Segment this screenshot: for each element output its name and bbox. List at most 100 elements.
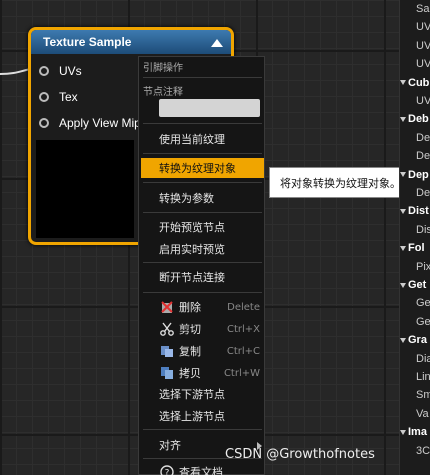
palette-item[interactable]: Va xyxy=(416,408,430,426)
expand-arrow-icon[interactable] xyxy=(400,208,406,214)
collapse-arrow-icon[interactable] xyxy=(211,39,223,47)
pin-apply-view-mip[interactable]: Apply View Mip xyxy=(39,113,141,133)
pin-icon[interactable] xyxy=(39,92,49,102)
menu-item-label: 删除 xyxy=(179,301,201,314)
palette-item[interactable]: Ge xyxy=(416,297,430,315)
menu-item-label: 拷贝 xyxy=(179,367,201,380)
palette-item[interactable]: De xyxy=(416,150,430,168)
palette-item[interactable]: UV xyxy=(416,40,430,58)
palette-item[interactable]: Pix xyxy=(416,261,430,279)
menu-item-convert-to-texture-object[interactable]: 转换为纹理对象 xyxy=(141,158,264,178)
menu-separator xyxy=(143,153,262,154)
tooltip-text: 将对象转换为纹理对象。 xyxy=(280,176,401,190)
menu-item-label: 启用实时预览 xyxy=(159,243,225,256)
menu-item-select-downstream[interactable]: 选择下游节点 xyxy=(141,384,264,404)
palette-label: Dia xyxy=(416,352,430,365)
palette-panel: Sa UV UV UV Cub UV Deb De De Dep De Dist Dis Fol Pix Ge… xyxy=(399,0,430,475)
tooltip: 将对象转换为纹理对象。 xyxy=(269,167,416,198)
shortcut-label: Ctrl+C xyxy=(226,345,260,357)
expand-arrow-icon[interactable] xyxy=(400,337,406,343)
palette-category[interactable]: Ima xyxy=(400,426,430,444)
palette-item[interactable]: UV xyxy=(416,21,430,39)
palette-label: Dep xyxy=(408,168,429,181)
menu-item-convert-to-parameter[interactable]: 转换为参数 xyxy=(141,188,264,208)
menu-separator xyxy=(143,292,262,293)
palette-label: Dist xyxy=(408,205,429,218)
palette-category[interactable]: Dep xyxy=(400,169,430,187)
palette-category[interactable]: Deb xyxy=(400,113,430,131)
menu-item-enable-realtime-preview[interactable]: 启用实时预览 xyxy=(141,239,264,259)
palette-category[interactable]: Fol xyxy=(400,242,430,260)
help-icon: ? xyxy=(159,464,175,475)
expand-arrow-icon[interactable] xyxy=(400,116,406,122)
palette-label: Fol xyxy=(408,242,425,255)
palette-item[interactable]: 3C xyxy=(416,445,430,463)
palette-label: De xyxy=(416,150,430,163)
menu-separator xyxy=(143,77,262,78)
palette-label: Dis xyxy=(416,223,430,236)
menu-item-label: 转换为纹理对象 xyxy=(159,162,236,175)
duplicate-icon xyxy=(159,365,175,381)
palette-label: UV xyxy=(416,58,430,71)
palette-label: Sm xyxy=(416,389,430,402)
menu-item-label: 使用当前纹理 xyxy=(159,133,225,146)
expand-arrow-icon[interactable] xyxy=(400,172,406,178)
menu-item-use-current-texture[interactable]: 使用当前纹理 xyxy=(141,129,264,149)
palette-label: Ge xyxy=(416,297,430,310)
node-comment-input[interactable] xyxy=(159,99,260,117)
pin-tex[interactable]: Tex xyxy=(39,87,78,107)
expand-arrow-icon[interactable] xyxy=(400,245,406,251)
node-title: Texture Sample xyxy=(43,35,132,49)
palette-category[interactable]: Get xyxy=(400,279,430,297)
palette-item[interactable]: Ge xyxy=(416,316,430,334)
menu-item-start-preview-node[interactable]: 开始预览节点 xyxy=(141,217,264,237)
palette-item[interactable]: Lin xyxy=(416,371,430,389)
texture-preview xyxy=(36,140,134,238)
shortcut-label: Ctrl+W xyxy=(223,367,260,379)
menu-item-delete[interactable]: 删除 Delete xyxy=(141,297,264,317)
palette-item[interactable]: De xyxy=(416,132,430,150)
menu-item-select-upstream[interactable]: 选择上游节点 xyxy=(141,406,264,426)
menu-item-copy[interactable]: 复制 Ctrl+C xyxy=(141,341,264,361)
palette-label: De xyxy=(416,131,430,144)
palette-item[interactable]: Sm xyxy=(416,389,430,407)
menu-item-duplicate[interactable]: 拷贝 Ctrl+W xyxy=(141,363,264,383)
palette-label: Deb xyxy=(408,113,429,126)
expand-arrow-icon[interactable] xyxy=(400,429,406,435)
palette-category[interactable]: Gra xyxy=(400,334,430,352)
menu-item-cut[interactable]: 剪切 Ctrl+X xyxy=(141,319,264,339)
pin-icon[interactable] xyxy=(39,66,49,76)
menu-item-break-node-links[interactable]: 断开节点连接 xyxy=(141,267,264,287)
pin-icon[interactable] xyxy=(39,118,49,128)
node-header[interactable]: Texture Sample xyxy=(31,30,231,54)
expand-arrow-icon[interactable] xyxy=(400,80,406,86)
pin-uvs[interactable]: UVs xyxy=(39,61,82,81)
pin-label: Apply View Mip xyxy=(59,116,141,130)
palette-category[interactable]: Dist xyxy=(400,205,430,223)
palette-item[interactable]: De xyxy=(416,187,430,205)
expand-arrow-icon[interactable] xyxy=(400,282,406,288)
palette-item[interactable]: UV xyxy=(416,95,430,113)
menu-separator xyxy=(143,123,262,124)
menu-separator xyxy=(143,429,262,430)
delete-icon xyxy=(159,299,175,315)
palette-item[interactable]: UV xyxy=(416,58,430,76)
svg-text:?: ? xyxy=(165,469,170,475)
menu-item-label: 复制 xyxy=(179,345,201,358)
palette-label: UV xyxy=(416,95,430,107)
menu-item-label: 剪切 xyxy=(179,323,201,336)
shortcut-label: Ctrl+X xyxy=(226,323,260,335)
palette-label: UV xyxy=(416,21,430,34)
menu-section-pin-actions: 引脚操作 xyxy=(143,63,183,74)
menu-item-view-docs[interactable]: ? 查看文档 xyxy=(141,462,264,475)
menu-item-label: 选择上游节点 xyxy=(159,410,225,423)
palette-category[interactable]: Cub xyxy=(400,77,430,95)
palette-item[interactable]: Dia xyxy=(416,353,430,371)
palette-item[interactable]: Sa xyxy=(416,3,430,21)
pin-label: UVs xyxy=(59,64,82,78)
watermark: CSDN @Growthofnotes xyxy=(225,447,375,462)
palette-label: Lin xyxy=(416,371,430,383)
palette-label: Cub xyxy=(408,76,430,89)
palette-item[interactable]: Dis xyxy=(416,224,430,242)
palette-label: De xyxy=(416,187,430,199)
